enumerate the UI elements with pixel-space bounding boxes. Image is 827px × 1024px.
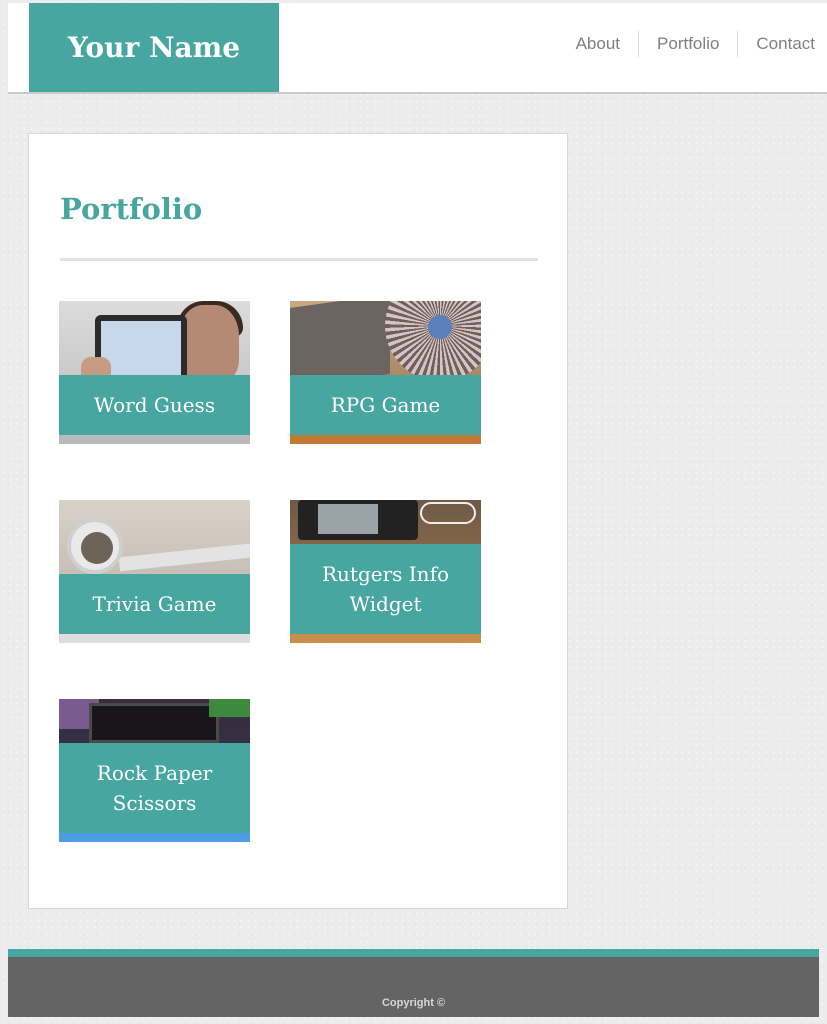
project-caption: RPG Game xyxy=(290,375,481,435)
project-tile-rutgers-info-widget[interactable]: Rutgers Info Widget xyxy=(290,500,481,643)
project-tile-trivia-game[interactable]: Trivia Game xyxy=(59,500,250,643)
footer-accent-bar xyxy=(8,949,819,957)
project-tile-word-guess[interactable]: Word Guess xyxy=(59,301,250,444)
portfolio-panel: Portfolio Word Guess RPG Game Trivia Gam… xyxy=(28,133,568,909)
site-header: Your Name About Portfolio Contact xyxy=(8,3,827,94)
project-caption: Rock Paper Scissors xyxy=(59,743,250,833)
brand-logo[interactable]: Your Name xyxy=(29,3,279,92)
project-tile-rock-paper-scissors[interactable]: Rock Paper Scissors xyxy=(59,699,250,842)
copyright-text: Copyright © xyxy=(381,997,446,1009)
site-footer: Copyright © xyxy=(8,957,819,1017)
nav-about-link[interactable]: About xyxy=(558,31,638,57)
main-nav: About Portfolio Contact xyxy=(558,31,827,57)
project-caption: Rutgers Info Widget xyxy=(290,544,481,634)
project-caption: Trivia Game xyxy=(59,574,250,634)
nav-portfolio-link[interactable]: Portfolio xyxy=(638,31,737,57)
project-caption: Word Guess xyxy=(59,375,250,435)
project-tile-rpg-game[interactable]: RPG Game xyxy=(290,301,481,444)
page-title: Portfolio xyxy=(60,192,203,226)
nav-contact-link[interactable]: Contact xyxy=(737,31,827,57)
title-divider xyxy=(60,258,538,261)
